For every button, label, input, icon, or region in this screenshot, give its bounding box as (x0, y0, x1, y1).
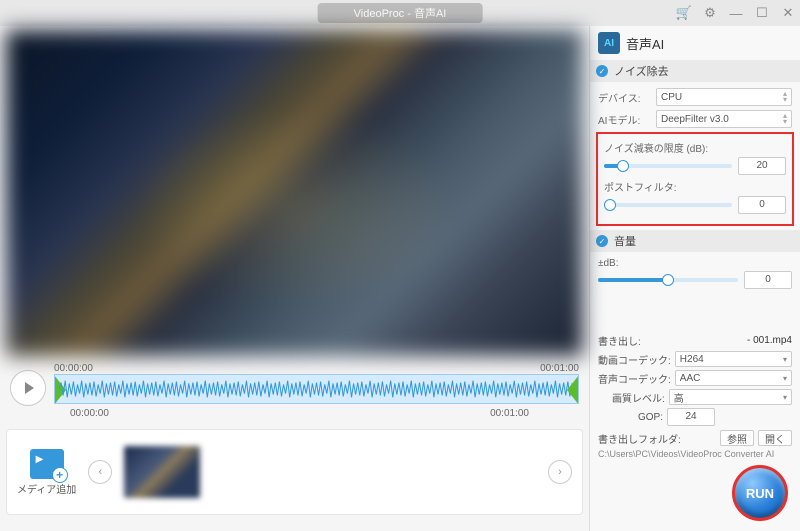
close-icon[interactable]: ✕ (780, 5, 796, 21)
main-layout: 00:00:00 00:01:00 00:00:00 00:01:00 (0, 26, 800, 531)
limit-value[interactable]: 20 (738, 157, 786, 175)
postfilter-slider[interactable] (604, 203, 732, 207)
play-button[interactable] (10, 370, 46, 406)
track-end-bottom: 00:01:00 (490, 408, 529, 419)
run-button[interactable]: RUN (732, 465, 788, 521)
open-folder-button[interactable]: 開く (758, 430, 792, 446)
left-column: 00:00:00 00:01:00 00:00:00 00:01:00 (0, 26, 589, 531)
noise-section-header[interactable]: ✓ ノイズ除去 (590, 60, 800, 82)
model-label: AIモデル: (598, 112, 650, 127)
postfilter-label: ポストフィルタ: (604, 179, 786, 194)
folder-path: C:\Users\PC\Videos\VideoProc Converter A… (598, 449, 792, 459)
noise-label: ノイズ除去 (614, 63, 669, 79)
acodec-select[interactable]: AAC▾ (675, 370, 792, 386)
app-title: VideoProc - 音声AI (318, 3, 483, 23)
waveform-track[interactable] (54, 374, 579, 404)
highlight-box: ノイズ減衰の限度 (dB): 20 ポストフィルタ: 0 (596, 132, 794, 226)
db-label: ±dB: (598, 258, 792, 269)
panel-title: 音声AI (626, 34, 664, 53)
add-media-icon (30, 449, 64, 479)
limit-label: ノイズ減衰の限度 (dB): (604, 140, 786, 155)
track-wrap: 00:00:00 00:01:00 (54, 363, 579, 404)
folder-label: 書き出しフォルダ: (598, 431, 681, 446)
track-start-top: 00:00:00 (54, 363, 93, 374)
trim-handle-right[interactable] (567, 375, 579, 404)
next-media-button[interactable]: › (548, 460, 572, 484)
quality-label: 画質レベル: (612, 390, 665, 405)
acodec-label: 音声コーデック: (598, 371, 671, 386)
browse-button[interactable]: 参照 (720, 430, 754, 446)
title-right-group: 🛒 ⚙ — ☐ ✕ (676, 5, 796, 21)
minimize-icon[interactable]: — (728, 5, 744, 21)
output-label: 書き出し: (598, 333, 641, 348)
quality-select[interactable]: 高▾ (669, 389, 792, 405)
media-thumbnail[interactable] (124, 446, 200, 498)
noise-checkbox-icon: ✓ (596, 65, 608, 77)
device-label: デバイス: (598, 90, 650, 105)
gear-icon[interactable]: ⚙ (702, 5, 718, 21)
limit-slider[interactable] (604, 164, 732, 168)
volume-checkbox-icon: ✓ (596, 235, 608, 247)
gop-value[interactable]: 24 (667, 408, 715, 426)
volume-label: 音量 (614, 233, 636, 249)
waveform-icon (59, 377, 574, 401)
postfilter-value[interactable]: 0 (738, 196, 786, 214)
model-select[interactable]: DeepFilter v3.0▴▾ (656, 110, 792, 128)
volume-section-header[interactable]: ✓ 音量 (590, 230, 800, 252)
video-preview[interactable] (6, 30, 583, 356)
prev-media-button[interactable]: ‹ (88, 460, 112, 484)
gop-label: GOP: (638, 412, 663, 423)
device-select[interactable]: CPU▴▾ (656, 88, 792, 106)
db-value[interactable]: 0 (744, 271, 792, 289)
vcodec-select[interactable]: H264▾ (675, 351, 792, 367)
right-panel: AI 音声AI ✓ ノイズ除去 デバイス: CPU▴▾ AIモデル: DeepF… (589, 26, 800, 531)
cart-icon[interactable]: 🛒 (676, 5, 692, 21)
track-end-top: 00:01:00 (540, 363, 579, 374)
vcodec-label: 動画コーデック: (598, 352, 671, 367)
timeline-area: 00:00:00 00:01:00 00:00:00 00:01:00 (0, 356, 589, 419)
add-media-label: メディア追加 (17, 481, 76, 496)
panel-icon: AI (598, 32, 620, 54)
media-bar: メディア追加 ‹ › (6, 429, 583, 515)
db-slider[interactable] (598, 278, 738, 282)
titlebar: VideoProc - 音声AI 🛒 ⚙ — ☐ ✕ (0, 0, 800, 26)
maximize-icon[interactable]: ☐ (754, 5, 770, 21)
track-start-bottom: 00:00:00 (70, 408, 109, 419)
output-filename: - 001.mp4 (645, 335, 792, 346)
add-media-button[interactable]: メディア追加 (17, 449, 76, 496)
